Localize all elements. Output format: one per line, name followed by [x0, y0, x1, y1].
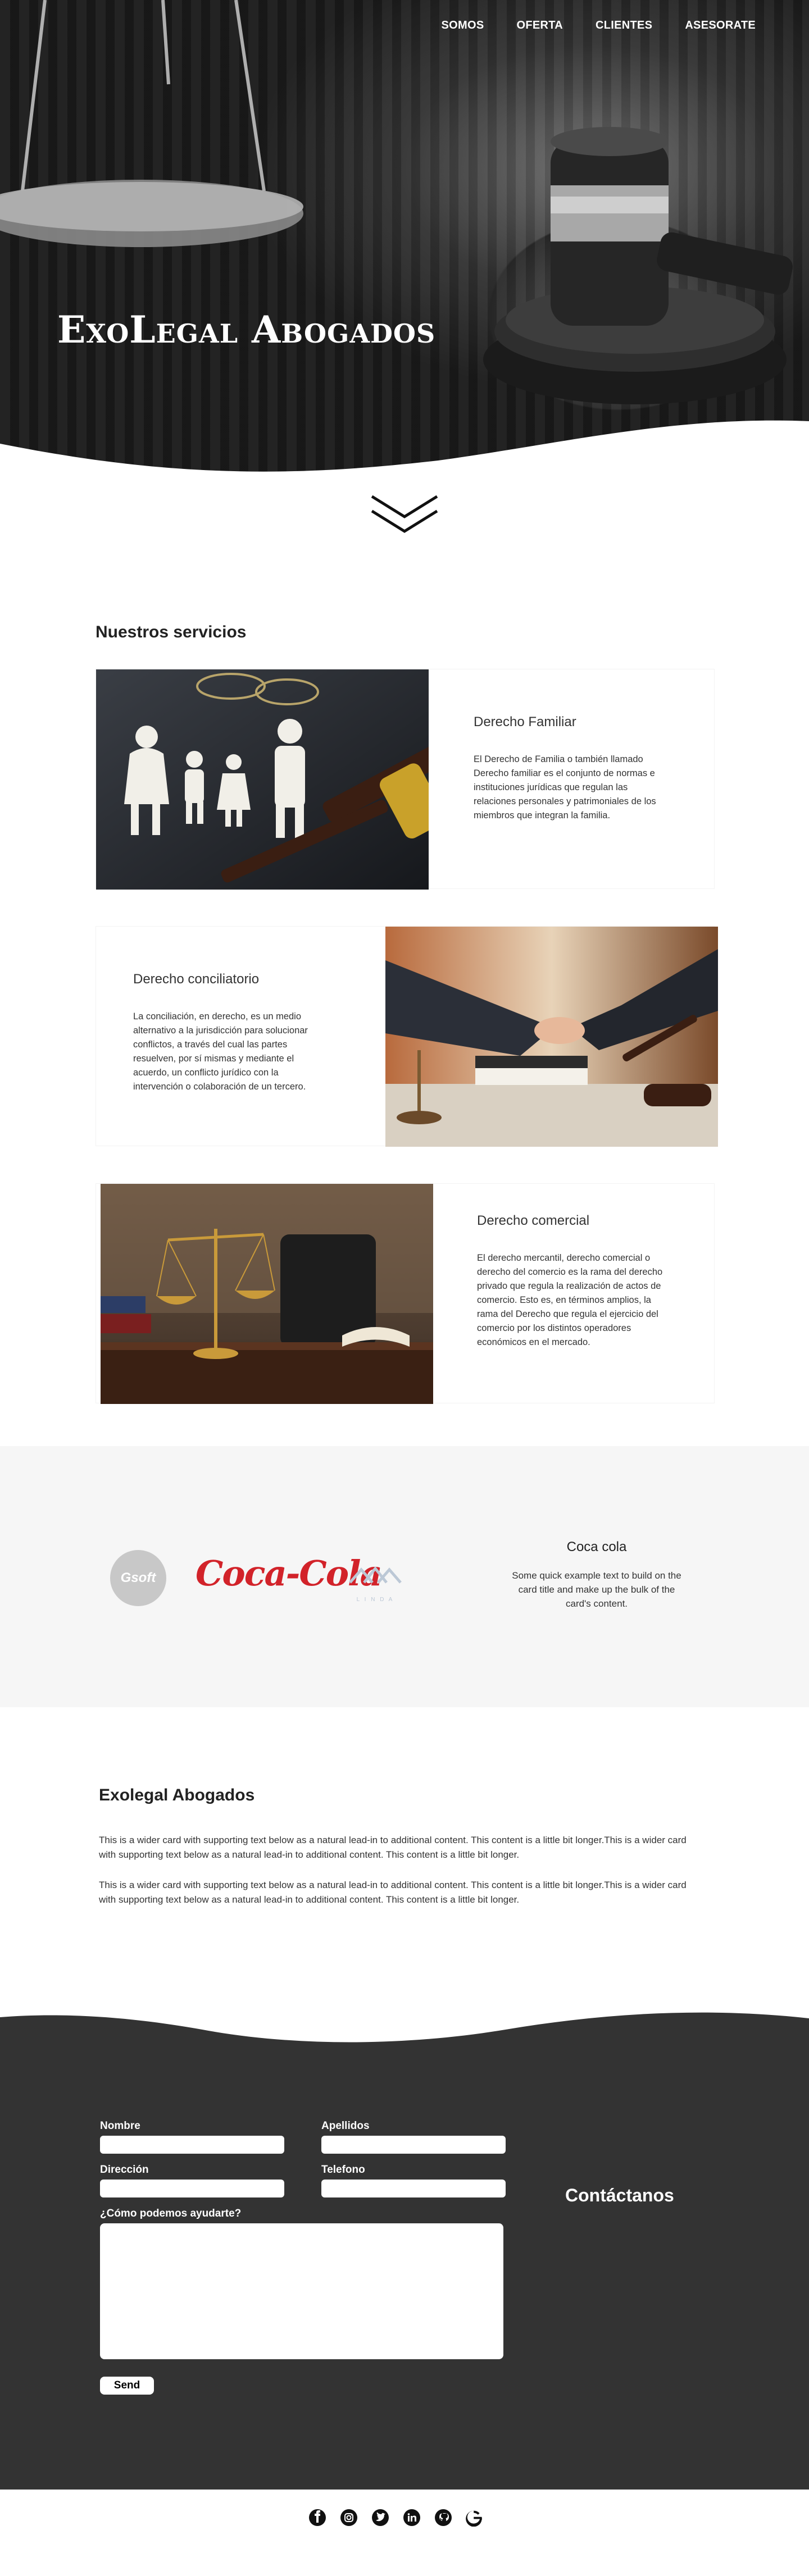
service-title-conciliatorio: Derecho conciliatorio — [133, 972, 260, 987]
service-image-conciliatorio — [385, 927, 718, 1147]
service-card-comercial: Derecho comercial El derecho mercantil, … — [96, 1183, 715, 1404]
telefono-field[interactable] — [321, 2180, 506, 2197]
service-description-conciliatorio: La conciliación, en derecho, es un medio… — [133, 1011, 308, 1092]
about-paragraph-2: This is a wider card with supporting tex… — [99, 1880, 687, 1905]
nav-somos[interactable]: SOMOS — [442, 19, 484, 32]
nombre-label: Nombre — [100, 2120, 140, 2132]
direccion-field[interactable] — [100, 2180, 284, 2197]
hero-image — [0, 0, 793, 404]
service-image-comercial — [101, 1184, 433, 1404]
nav-oferta[interactable]: OFERTA — [516, 19, 563, 32]
service-description-familiar: El Derecho de Familia o también llamado … — [474, 754, 656, 820]
about-paragraph-1: This is a wider card with supporting tex… — [99, 1835, 687, 1860]
nav-asesorate[interactable]: ASESORATE — [685, 19, 756, 32]
services-section: Nuestros servicios Derecho Familiar El D… — [0, 536, 809, 1404]
about-heading: Exolegal Abogados — [99, 1786, 255, 1804]
send-button[interactable]: Send — [100, 2377, 154, 2395]
contact-wave-divider — [0, 2007, 809, 2042]
telefono-label: Telefono — [321, 2164, 365, 2176]
linkedin-icon[interactable] — [402, 2507, 422, 2528]
service-card-conciliatorio: Derecho conciliatorio La conciliación, e… — [96, 926, 718, 1147]
nav-clientes[interactable]: CLIENTES — [596, 19, 652, 32]
google-icon[interactable] — [465, 2507, 485, 2528]
contact-section: Nombre Apellidos Dirección Telefono ¿Cóm… — [0, 2007, 809, 2490]
service-text-comercial: Derecho comercial El derecho mercantil, … — [477, 1213, 668, 1349]
service-title-familiar: Derecho Familiar — [474, 714, 576, 730]
service-text-conciliatorio: Derecho conciliatorio La conciliación, e… — [133, 972, 319, 1094]
mensaje-textarea[interactable] — [100, 2223, 503, 2359]
service-title-comercial: Derecho comercial — [477, 1213, 590, 1228]
instagram-icon[interactable] — [339, 2507, 359, 2528]
twitter-icon[interactable] — [370, 2507, 390, 2528]
brand-card-text: Some quick example text to build on the … — [512, 1570, 681, 1609]
brand-card: Coca cola Some quick example text to bui… — [510, 1539, 683, 1611]
contact-form: Nombre Apellidos Dirección Telefono ¿Cóm… — [100, 2120, 506, 2395]
brand-logo-linda-text: L I N D A — [357, 1597, 394, 1603]
main-nav: SOMOS OFERTA CLIENTES ASESORATE — [442, 19, 756, 32]
brand-card-title: Coca cola — [566, 1539, 627, 1554]
contact-title: Contáctanos — [565, 2185, 674, 2205]
facebook-icon[interactable] — [307, 2507, 328, 2528]
service-text-familiar: Derecho Familiar El Derecho de Familia o… — [474, 714, 665, 823]
service-card-familiar: Derecho Familiar El Derecho de Familia o… — [96, 669, 715, 890]
github-icon[interactable] — [433, 2507, 453, 2528]
brand-logo-gsoft[interactable]: Gsoft — [110, 1550, 166, 1606]
mensaje-label: ¿Cómo podemos ayudarte? — [100, 2208, 242, 2219]
hero-title: ExoLegal Abogados — [57, 308, 436, 352]
about-section: Exolegal Abogados This is a wider card w… — [0, 1707, 809, 2008]
service-image-familiar — [96, 669, 429, 890]
footer-social — [0, 2490, 809, 2546]
services-heading: Nuestros servicios — [96, 623, 247, 641]
apellidos-field[interactable] — [321, 2136, 506, 2154]
clients-section: Gsoft Coca-Cola L I N D A Coca cola Some… — [0, 1446, 809, 1707]
nombre-field[interactable] — [100, 2136, 284, 2154]
brand-logo-linda[interactable]: L I N D A — [347, 1557, 403, 1608]
scroll-down-chevron-icon[interactable] — [370, 494, 439, 536]
direccion-label: Dirección — [100, 2164, 149, 2176]
hero-section: SOMOS OFERTA CLIENTES ASESORATE ExoLegal… — [0, 0, 809, 477]
apellidos-label: Apellidos — [321, 2120, 370, 2132]
service-description-comercial: El derecho mercantil, derecho comercial … — [477, 1253, 663, 1347]
hero-wave-divider — [0, 420, 809, 477]
